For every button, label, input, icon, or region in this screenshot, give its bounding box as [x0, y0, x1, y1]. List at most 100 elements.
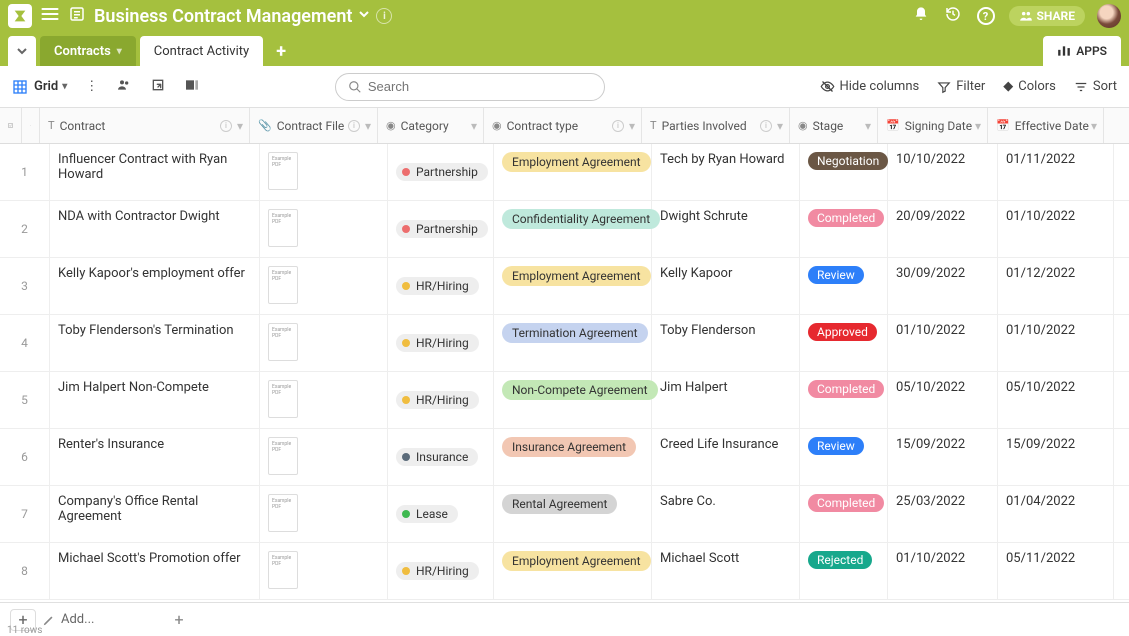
cell-file[interactable]: Example PDF	[260, 258, 388, 314]
info-icon[interactable]: i	[348, 120, 360, 132]
cell-parties[interactable]: Dwight Schrute	[652, 201, 800, 257]
cell-effective[interactable]: 05/11/2022	[998, 543, 1114, 599]
collapse-views-icon[interactable]	[8, 36, 36, 66]
cell-file[interactable]: Example PDF	[260, 201, 388, 257]
search-input[interactable]	[368, 79, 592, 94]
chevron-down-icon[interactable]: ▾	[471, 119, 477, 133]
cell-file[interactable]: Example PDF	[260, 315, 388, 371]
cell-type[interactable]: Rental Agreement	[494, 486, 652, 542]
cell-type[interactable]: Insurance Agreement	[494, 429, 652, 485]
card-view-icon[interactable]	[184, 77, 200, 97]
cell-parties[interactable]: Jim Halpert	[652, 372, 800, 428]
cell-category[interactable]: Partnership	[388, 144, 494, 200]
file-thumbnail[interactable]: Example PDF	[268, 551, 298, 589]
cell-stage[interactable]: Review	[800, 429, 888, 485]
cell-file[interactable]: Example PDF	[260, 486, 388, 542]
cell-contract[interactable]: Company's Office Rental Agreement	[50, 486, 260, 542]
hide-columns-button[interactable]: Hide columns	[820, 79, 920, 94]
file-thumbnail[interactable]: Example PDF	[268, 209, 298, 247]
column-parties[interactable]: T Parties Involved i▾	[642, 108, 790, 143]
info-icon[interactable]: i	[376, 8, 392, 24]
table-row[interactable]: 5 Jim Halpert Non-Compete Example PDF HR…	[0, 372, 1129, 429]
table-row[interactable]: 8 Michael Scott's Promotion offer Exampl…	[0, 543, 1129, 600]
page-title[interactable]: Business Contract Management	[94, 6, 352, 27]
add-row-label[interactable]: Add...	[42, 612, 94, 627]
select-all-checkbox[interactable]	[0, 108, 22, 143]
cell-effective[interactable]: 01/10/2022	[998, 315, 1114, 371]
column-type[interactable]: ◉ Contract type i▾	[484, 108, 642, 143]
cell-signing[interactable]: 01/10/2022	[888, 315, 998, 371]
cell-contract[interactable]: NDA with Contractor Dwight	[50, 201, 260, 257]
app-logo[interactable]	[8, 4, 32, 28]
cell-effective[interactable]: 05/10/2022	[998, 372, 1114, 428]
cell-category[interactable]: Lease	[388, 486, 494, 542]
cell-contract[interactable]: Jim Halpert Non-Compete	[50, 372, 260, 428]
grid-body[interactable]: 1 Influencer Contract with Ryan Howard E…	[0, 144, 1129, 618]
cell-stage[interactable]: Completed	[800, 201, 888, 257]
share-button[interactable]: SHARE	[1009, 6, 1085, 26]
cell-stage[interactable]: Review	[800, 258, 888, 314]
chevron-down-icon[interactable]: ▾	[365, 119, 371, 133]
chevron-down-icon[interactable]: ▾	[1091, 119, 1097, 133]
tab-contract-activity[interactable]: Contract Activity	[140, 36, 263, 66]
file-thumbnail[interactable]: Example PDF	[268, 323, 298, 361]
history-icon[interactable]	[945, 6, 961, 26]
column-signing[interactable]: 📅 Signing Date ▾	[878, 108, 988, 143]
hamburger-menu-icon[interactable]	[40, 4, 60, 28]
cell-parties[interactable]: Kelly Kapoor	[652, 258, 800, 314]
cell-category[interactable]: Partnership	[388, 201, 494, 257]
filter-button[interactable]: Filter	[937, 79, 985, 94]
column-category[interactable]: ◉ Category ▾	[378, 108, 484, 143]
chevron-down-icon[interactable]: ▾	[629, 119, 635, 133]
cell-effective[interactable]: 15/09/2022	[998, 429, 1114, 485]
search-box[interactable]	[335, 73, 605, 101]
cell-stage[interactable]: Approved	[800, 315, 888, 371]
cell-type[interactable]: Non-Compete Agreement	[494, 372, 652, 428]
cell-type[interactable]: Employment Agreement	[494, 543, 652, 599]
cell-signing[interactable]: 30/09/2022	[888, 258, 998, 314]
file-thumbnail[interactable]: Example PDF	[268, 437, 298, 475]
info-icon[interactable]: i	[760, 120, 772, 132]
cell-category[interactable]: Insurance	[388, 429, 494, 485]
cell-contract[interactable]: Toby Flenderson's Termination	[50, 315, 260, 371]
chevron-down-icon[interactable]: ▾	[975, 119, 981, 133]
tab-contracts[interactable]: Contracts ▾	[40, 36, 136, 66]
cell-type[interactable]: Employment Agreement	[494, 258, 652, 314]
cell-file[interactable]: Example PDF	[260, 372, 388, 428]
view-selector[interactable]: Grid ▾	[12, 79, 67, 95]
cell-parties[interactable]: Tech by Ryan Howard	[652, 144, 800, 200]
cell-signing[interactable]: 05/10/2022	[888, 372, 998, 428]
column-file[interactable]: 📎 Contract File i▾	[250, 108, 378, 143]
file-thumbnail[interactable]: Example PDF	[268, 152, 298, 190]
help-icon[interactable]: ?	[977, 7, 995, 25]
cell-signing[interactable]: 10/10/2022	[888, 144, 998, 200]
cell-type[interactable]: Employment Agreement	[494, 144, 652, 200]
more-options-icon[interactable]: ⋮	[85, 79, 98, 94]
column-stage[interactable]: ◉ Stage ▾	[790, 108, 878, 143]
cell-contract[interactable]: Renter's Insurance	[50, 429, 260, 485]
apps-button[interactable]: APPS	[1043, 36, 1121, 66]
column-contract[interactable]: T Contract i▾	[40, 108, 250, 143]
people-icon[interactable]	[116, 77, 132, 97]
cell-file[interactable]: Example PDF	[260, 429, 388, 485]
table-row[interactable]: 4 Toby Flenderson's Termination Example …	[0, 315, 1129, 372]
info-icon[interactable]: i	[612, 120, 624, 132]
cell-signing[interactable]: 01/10/2022	[888, 543, 998, 599]
file-thumbnail[interactable]: Example PDF	[268, 494, 298, 532]
cell-signing[interactable]: 25/03/2022	[888, 486, 998, 542]
chevron-down-icon[interactable]: ▾	[777, 119, 783, 133]
cell-parties[interactable]: Michael Scott	[652, 543, 800, 599]
cell-contract[interactable]: Kelly Kapoor's employment offer	[50, 258, 260, 314]
cell-stage[interactable]: Completed	[800, 486, 888, 542]
add-column-button[interactable]: +	[174, 610, 183, 629]
cell-stage[interactable]: Negotiation	[800, 144, 888, 200]
cell-file[interactable]: Example PDF	[260, 543, 388, 599]
column-effective[interactable]: 📅 Effective Date ▾	[988, 108, 1104, 143]
cell-effective[interactable]: 01/11/2022	[998, 144, 1114, 200]
table-row[interactable]: 2 NDA with Contractor Dwight Example PDF…	[0, 201, 1129, 258]
table-row[interactable]: 3 Kelly Kapoor's employment offer Exampl…	[0, 258, 1129, 315]
title-chevron-down-icon[interactable]	[358, 8, 370, 24]
cell-parties[interactable]: Toby Flenderson	[652, 315, 800, 371]
chevron-down-icon[interactable]: ▾	[865, 119, 871, 133]
cell-category[interactable]: HR/Hiring	[388, 315, 494, 371]
